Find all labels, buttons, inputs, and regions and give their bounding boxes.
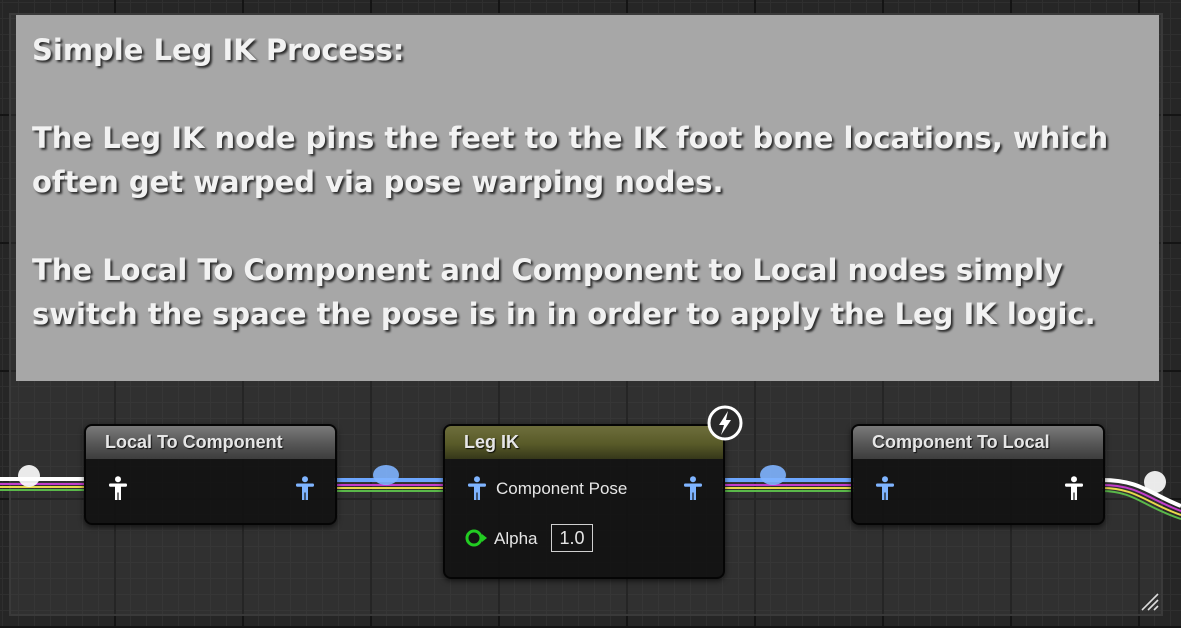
wire-component-pose-2[interactable] xyxy=(722,465,854,492)
wire-component-pose-1[interactable] xyxy=(334,465,446,492)
node-title[interactable]: Leg IK xyxy=(445,426,723,459)
wire-output-pose[interactable] xyxy=(1101,471,1181,520)
node-local-to-component[interactable]: Local To Component xyxy=(84,424,337,525)
node-title[interactable]: Component To Local xyxy=(853,426,1103,459)
node-leg-ik[interactable]: Leg IK Component Pose Alpha 1.0 xyxy=(443,424,725,579)
person-blue-icon[interactable] xyxy=(295,476,315,500)
alpha-value-input[interactable]: 1.0 xyxy=(551,524,593,552)
person-blue-icon[interactable] xyxy=(467,476,487,500)
node-title[interactable]: Local To Component xyxy=(86,426,335,459)
lightning-bolt-icon xyxy=(707,405,743,441)
person-white-icon[interactable] xyxy=(108,476,128,500)
person-blue-icon[interactable] xyxy=(683,476,703,500)
node-component-to-local[interactable]: Component To Local xyxy=(851,424,1105,525)
green-circle-pin-icon[interactable] xyxy=(464,528,488,548)
wire-input-pose[interactable] xyxy=(0,465,86,491)
alpha-pin-label: Alpha xyxy=(494,529,538,548)
person-white-icon[interactable] xyxy=(1064,476,1084,500)
person-blue-icon[interactable] xyxy=(875,476,895,500)
pose-pin-label: Component Pose xyxy=(496,479,628,498)
